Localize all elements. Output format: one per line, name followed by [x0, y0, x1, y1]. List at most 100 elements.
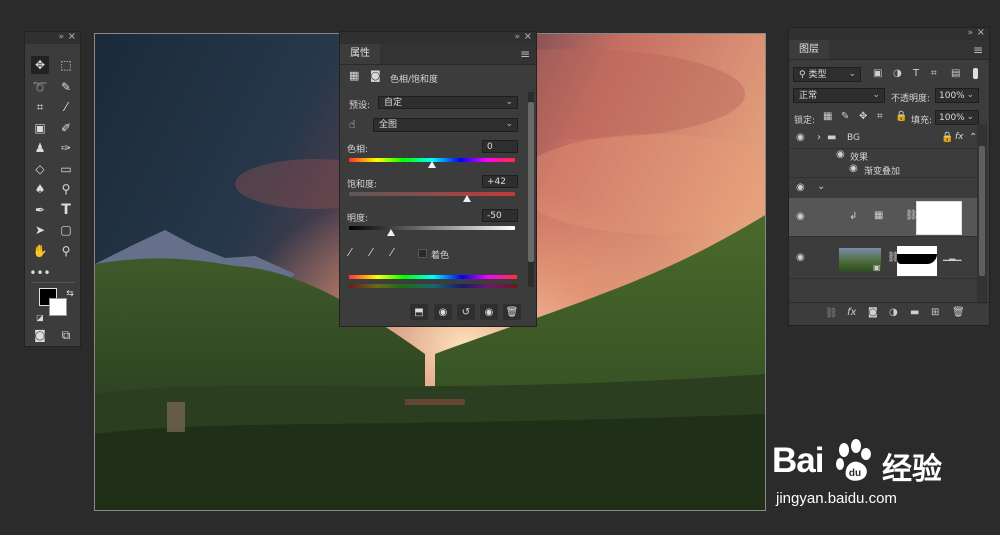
- layer-landscape[interactable]: ◉ ▣ ⛓ ▁▂▁: [789, 238, 977, 279]
- scrollbar-thumb[interactable]: [528, 102, 534, 262]
- lock-all-icon[interactable]: 🔒: [895, 111, 907, 122]
- stamp-tool-icon[interactable]: ♟: [31, 139, 49, 157]
- view-previous-icon[interactable]: ◉: [434, 304, 452, 320]
- eyedropper-tool-icon[interactable]: ⁄: [57, 98, 75, 116]
- lock-artboard-icon[interactable]: ⌗: [877, 111, 883, 122]
- collapse-icon[interactable]: »: [967, 28, 973, 38]
- hand-tool-icon[interactable]: ✋: [31, 242, 49, 260]
- lightness-value-input[interactable]: -50: [482, 209, 518, 222]
- visibility-eye-icon[interactable]: ◉: [796, 252, 805, 263]
- screen-mode-icon[interactable]: ⧉: [57, 326, 75, 344]
- default-colors-icon[interactable]: ◪: [31, 308, 49, 326]
- layer-hue-sat-adjustment[interactable]: ◉ ↲ ▦ ⛓: [789, 198, 977, 237]
- shape-filter-icon[interactable]: ⌗: [931, 68, 937, 79]
- new-adjustment-icon[interactable]: ◑: [889, 307, 898, 318]
- tab-layers[interactable]: 图层: [789, 40, 829, 59]
- gradient-tool-icon[interactable]: ▭: [57, 160, 75, 178]
- collapse-icon[interactable]: »: [58, 32, 64, 42]
- lightness-slider[interactable]: [349, 226, 515, 230]
- effects-row[interactable]: ◉ 效果: [789, 148, 977, 163]
- hue-slider-thumb[interactable]: [428, 161, 436, 168]
- lasso-tool-icon[interactable]: ➰: [31, 78, 49, 96]
- channel-dropdown[interactable]: 全图 ⌄: [373, 118, 518, 132]
- add-fx-icon[interactable]: fx: [847, 307, 856, 318]
- crop-tool-icon[interactable]: ⌗: [31, 98, 49, 116]
- layer-group-unnamed[interactable]: ◉ ⌄: [789, 178, 977, 199]
- reset-icon[interactable]: ↺: [457, 304, 475, 320]
- quick-mask-icon[interactable]: ◙: [31, 326, 49, 344]
- panel-menu-icon[interactable]: ≡: [520, 47, 530, 61]
- panel-menu-icon[interactable]: ≡: [973, 43, 983, 57]
- opacity-input[interactable]: 100% ⌄: [935, 88, 979, 103]
- zoom-tool-icon[interactable]: ⚲: [57, 242, 75, 260]
- rectangle-tool-icon[interactable]: ▢: [57, 221, 75, 239]
- tab-properties[interactable]: 属性: [340, 44, 380, 64]
- expand-chevron-icon[interactable]: ⌄: [817, 181, 825, 192]
- scrollbar-thumb[interactable]: [979, 146, 985, 276]
- mask-icon[interactable]: ◙: [370, 69, 381, 82]
- properties-scrollbar[interactable]: [528, 92, 534, 287]
- lock-position-icon[interactable]: ✥: [859, 111, 867, 122]
- eraser-tool-icon[interactable]: ◇: [31, 160, 49, 178]
- dodge-tool-icon[interactable]: ⚲: [57, 180, 75, 198]
- collapse-icon[interactable]: »: [514, 32, 520, 42]
- new-layer-icon[interactable]: ⊞: [931, 307, 939, 318]
- saturation-slider-thumb[interactable]: [462, 195, 471, 202]
- eyedropper-plus-icon[interactable]: ⁄: [370, 246, 372, 259]
- effect-item-row[interactable]: ◉ 渐变叠加: [789, 162, 977, 178]
- lightness-slider-thumb[interactable]: [386, 229, 395, 236]
- visibility-eye-icon[interactable]: ◉: [849, 163, 858, 174]
- history-brush-tool-icon[interactable]: ✑: [57, 139, 75, 157]
- smart-object-filter-icon[interactable]: ▤: [951, 68, 960, 79]
- filter-kind-dropdown[interactable]: ⚲ 类型 ⌄: [793, 67, 861, 82]
- pen-tool-icon[interactable]: ✒: [31, 201, 49, 219]
- frame-tool-icon[interactable]: ▣: [31, 119, 49, 137]
- pixel-filter-icon[interactable]: ▣: [873, 68, 882, 79]
- lock-transparent-icon[interactable]: ▦: [823, 111, 832, 122]
- marquee-tool-icon[interactable]: ⬚: [57, 56, 75, 74]
- fill-input[interactable]: 100% ⌄: [935, 110, 979, 125]
- hue-value-input[interactable]: 0: [482, 140, 518, 153]
- saturation-slider[interactable]: [349, 192, 515, 196]
- layer-group-bg[interactable]: ◉ › ▬ BG 🔒 fx ⌃: [789, 128, 977, 149]
- move-tool-icon[interactable]: ✥: [31, 56, 49, 74]
- eyedropper-minus-icon[interactable]: ⁄: [391, 246, 393, 259]
- layer-mask-thumbnail[interactable]: [916, 201, 962, 235]
- filter-toggle[interactable]: [973, 68, 978, 79]
- add-mask-icon[interactable]: ◙: [868, 307, 878, 318]
- visibility-eye-icon[interactable]: ◉: [796, 211, 805, 222]
- visibility-eye-icon[interactable]: ◉: [836, 149, 845, 160]
- lock-pixels-icon[interactable]: ✎: [841, 111, 849, 122]
- delete-layer-icon[interactable]: 🗑: [952, 307, 965, 318]
- eyedropper-icon[interactable]: ⁄: [349, 246, 351, 259]
- clip-to-layer-icon[interactable]: ⬒: [410, 304, 428, 320]
- close-icon[interactable]: ×: [68, 31, 76, 42]
- link-layers-icon[interactable]: ⛓: [825, 308, 838, 319]
- blur-tool-icon[interactable]: ♠: [31, 180, 49, 198]
- expand-chevron-icon[interactable]: ›: [817, 132, 821, 143]
- blend-mode-dropdown[interactable]: 正常 ⌄: [793, 88, 885, 103]
- fx-icon[interactable]: fx: [955, 132, 964, 142]
- brush-tool-icon[interactable]: ✐: [57, 119, 75, 137]
- targeted-adjust-hand-icon[interactable]: ☝: [349, 118, 356, 131]
- adjustment-layer-icon[interactable]: ▦: [349, 69, 359, 82]
- quick-select-tool-icon[interactable]: ✎: [57, 78, 75, 96]
- swap-colors-icon[interactable]: ⇆: [61, 285, 79, 303]
- visibility-eye-icon[interactable]: ◉: [796, 132, 805, 143]
- close-icon[interactable]: ×: [977, 27, 985, 38]
- type-filter-icon[interactable]: T: [913, 68, 919, 79]
- adjustment-filter-icon[interactable]: ◑: [893, 68, 902, 79]
- delete-icon[interactable]: 🗑: [503, 304, 521, 320]
- layer-mask-thumbnail[interactable]: [897, 246, 937, 276]
- more-tools-icon[interactable]: •••: [29, 264, 50, 282]
- new-group-icon[interactable]: ▬: [910, 307, 919, 318]
- visibility-toggle-icon[interactable]: ◉: [480, 304, 498, 320]
- saturation-value-input[interactable]: +42: [482, 175, 518, 188]
- preset-dropdown[interactable]: 自定 ⌄: [378, 96, 518, 109]
- close-icon[interactable]: ×: [524, 31, 532, 42]
- layers-scrollbar[interactable]: [977, 124, 987, 304]
- path-select-tool-icon[interactable]: ➤: [31, 221, 49, 239]
- colorize-checkbox[interactable]: [418, 249, 427, 258]
- type-tool-icon[interactable]: T: [57, 201, 75, 219]
- visibility-eye-icon[interactable]: ◉: [796, 182, 805, 193]
